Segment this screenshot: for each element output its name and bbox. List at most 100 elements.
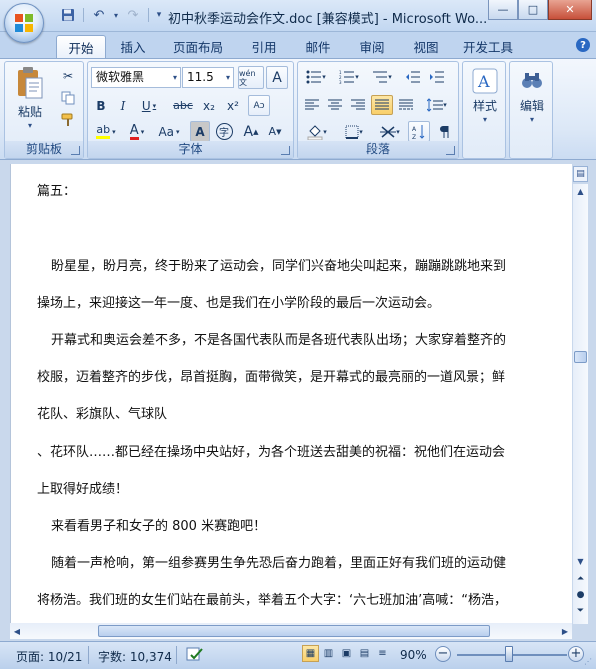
chevron-down-icon: ▾: [355, 73, 359, 81]
bullets-button[interactable]: ▾: [301, 67, 331, 87]
help-icon[interactable]: ?: [576, 38, 590, 52]
proofing-icon[interactable]: [186, 646, 204, 665]
resize-grip-icon[interactable]: ⋰: [584, 657, 594, 667]
highlight-button[interactable]: ab ▾: [91, 121, 121, 142]
full-screen-reading-button[interactable]: ▥: [320, 645, 337, 662]
tab-mailings[interactable]: 邮件: [294, 35, 342, 58]
scroll-up-button[interactable]: ▲: [573, 184, 588, 198]
tab-references[interactable]: 引用: [240, 35, 288, 58]
page-count[interactable]: 页面: 10/21: [16, 648, 82, 665]
justify-button[interactable]: [371, 95, 393, 115]
font-name-value: 微软雅黑: [96, 70, 145, 84]
web-layout-button[interactable]: ▣: [338, 645, 355, 662]
font-size-combo[interactable]: 11.5 ▾: [182, 67, 234, 88]
minimize-button[interactable]: —: [488, 0, 518, 20]
document-line: 校服，迈着整齐的步伐，昂首挺胸，面带微笑，是开幕式的最亮丽的一道风景；鲜: [37, 370, 506, 385]
word-count[interactable]: 字数: 10,374: [98, 648, 172, 665]
char-border-button[interactable]: A: [266, 66, 288, 89]
grow-font-button[interactable]: A ▲: [240, 121, 262, 142]
tab-page-layout[interactable]: 页面布局: [164, 35, 232, 58]
font-color-icon: A: [129, 122, 139, 140]
tab-home[interactable]: 开始: [56, 35, 106, 58]
enclose-char-button[interactable]: 字: [213, 121, 235, 142]
scroll-down-button[interactable]: ▼: [573, 554, 588, 568]
zoom-level[interactable]: 90%: [400, 648, 427, 662]
office-button[interactable]: [4, 3, 44, 43]
scroll-right-button[interactable]: ▶: [558, 623, 572, 639]
zoom-slider-thumb[interactable]: [505, 646, 513, 662]
previous-page-button[interactable]: ⏶: [573, 572, 588, 586]
browse-object-button[interactable]: ●: [573, 588, 588, 602]
distributed-icon: [399, 99, 413, 110]
zoom-in-button[interactable]: +: [568, 646, 584, 662]
vertical-scroll-thumb[interactable]: [574, 351, 587, 363]
horizontal-scrollbar[interactable]: ◀ ▶: [10, 623, 572, 639]
clear-format-button[interactable]: Aↄ: [248, 95, 270, 116]
align-center-button[interactable]: [324, 95, 346, 115]
undo-button[interactable]: ↶: [89, 6, 109, 24]
italic-button[interactable]: I: [113, 95, 133, 116]
change-case-button[interactable]: Aa ▾: [154, 121, 184, 142]
underline-button[interactable]: U ▾: [135, 95, 163, 116]
print-layout-view-button[interactable]: ▦: [302, 645, 319, 662]
horizontal-scroll-thumb[interactable]: [98, 625, 490, 637]
copy-icon: [61, 91, 75, 105]
close-button[interactable]: ✕: [548, 0, 592, 20]
multilevel-list-button[interactable]: ▾: [367, 67, 397, 87]
numbering-button[interactable]: 1 2 3 ▾: [334, 67, 364, 87]
chinese-layout-button[interactable]: ▾: [374, 121, 406, 142]
increase-indent-button[interactable]: [426, 67, 448, 87]
vertical-scrollbar[interactable]: ▲ ▼ ⏶ ● ⏷: [573, 184, 588, 624]
outline-view-button[interactable]: ▤: [356, 645, 373, 662]
title-bar: ↶ ▾ ↷ ▾ 初中秋季运动会作文.doc [兼容模式] - Microsoft…: [0, 0, 596, 32]
zoom-out-button[interactable]: −: [435, 646, 451, 662]
quick-styles-button[interactable]: A 样式 ▾: [467, 68, 503, 124]
next-page-button[interactable]: ⏷: [573, 604, 588, 618]
align-left-button[interactable]: [301, 95, 323, 115]
draft-view-button[interactable]: ≡: [374, 645, 391, 662]
view-ruler-button[interactable]: ▤: [573, 166, 588, 182]
tab-review[interactable]: 审阅: [348, 35, 396, 58]
maximize-button[interactable]: □: [518, 0, 548, 20]
chevron-down-icon: ▾: [482, 115, 487, 124]
redo-button[interactable]: ↷: [123, 6, 143, 24]
phonetic-guide-button[interactable]: wén 文: [238, 66, 264, 89]
clipboard-launcher[interactable]: [71, 146, 80, 155]
undo-dropdown[interactable]: ▾: [112, 6, 120, 24]
format-painter-button[interactable]: [57, 110, 79, 130]
bold-button[interactable]: B: [91, 95, 111, 116]
tab-developer[interactable]: 开发工具: [456, 35, 520, 58]
shrink-font-button[interactable]: A ▼: [264, 121, 286, 142]
borders-button[interactable]: ▾: [338, 121, 370, 142]
scroll-left-button[interactable]: ◀: [10, 623, 24, 639]
sort-button[interactable]: AZ: [408, 121, 430, 142]
font-launcher[interactable]: [281, 146, 290, 155]
align-right-button[interactable]: [347, 95, 369, 115]
font-color-button[interactable]: A ▾: [123, 121, 151, 142]
tab-view[interactable]: 视图: [402, 35, 450, 58]
copy-button[interactable]: [57, 88, 79, 108]
save-icon: [62, 9, 74, 21]
document-page[interactable]: 篇五： 盼星星，盼月亮，终于盼来了运动会，同学们兴奋地尖叫起来，蹦蹦跳跳地来到 …: [10, 164, 572, 623]
paste-button[interactable]: 粘贴 ▾: [13, 66, 47, 130]
italic-icon: I: [120, 98, 126, 113]
char-shading-button[interactable]: A: [190, 121, 210, 142]
cut-button[interactable]: ✂: [57, 66, 79, 86]
distributed-button[interactable]: [395, 95, 417, 115]
document-line: 上取得好成绩！: [37, 482, 129, 497]
show-marks-button[interactable]: [433, 121, 455, 142]
paragraph-launcher[interactable]: [446, 146, 455, 155]
line-spacing-button[interactable]: ▾: [422, 95, 452, 115]
customize-qat-button[interactable]: ▾: [154, 6, 164, 24]
editing-button[interactable]: 编辑 ▾: [514, 68, 550, 124]
shading-button[interactable]: ▾: [301, 121, 333, 142]
font-name-combo[interactable]: 微软雅黑 ▾: [91, 67, 181, 88]
save-button[interactable]: [58, 6, 78, 24]
grow-font-icon: A: [243, 123, 254, 140]
tab-insert[interactable]: 插入: [108, 35, 158, 58]
strikethrough-button[interactable]: abc: [170, 95, 196, 116]
superscript-button[interactable]: x²: [222, 95, 244, 116]
subscript-button[interactable]: x₂: [198, 95, 220, 116]
document-line: 将杨浩。我们班的女生们站在最前头，举着五个大字：‘六七班加油’高喊：“杨浩，: [37, 593, 508, 608]
decrease-indent-button[interactable]: [402, 67, 424, 87]
